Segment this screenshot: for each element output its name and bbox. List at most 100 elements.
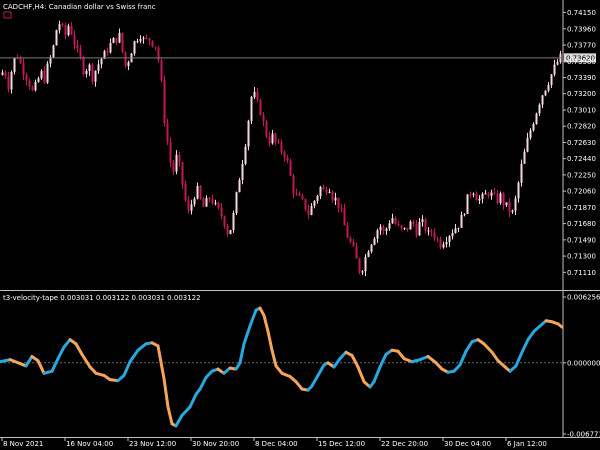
time-tick-label: 15 Dec 12:00 bbox=[318, 440, 365, 448]
candle-bear bbox=[106, 51, 109, 53]
velocity-segment-up bbox=[378, 352, 388, 369]
candle-bear bbox=[184, 184, 187, 200]
candle-bear bbox=[307, 209, 310, 215]
velocity-segment-up bbox=[136, 342, 148, 352]
candle-bear bbox=[412, 221, 415, 225]
candle-bull bbox=[391, 218, 394, 224]
candle-bear bbox=[277, 141, 280, 143]
candle-bull bbox=[13, 57, 16, 72]
candle-bull bbox=[118, 32, 121, 43]
osc-tick-label: 0.006256 bbox=[567, 294, 600, 302]
candle-bear bbox=[208, 197, 211, 199]
candle-bull bbox=[232, 213, 235, 231]
candle-bear bbox=[502, 193, 505, 206]
candle-bear bbox=[211, 198, 214, 204]
velocity-segment-up bbox=[56, 345, 66, 361]
candle-bear bbox=[169, 141, 172, 163]
candle-bull bbox=[139, 38, 142, 42]
candle-bull bbox=[385, 228, 388, 231]
candle-bull bbox=[175, 154, 178, 172]
candle-bull bbox=[520, 163, 523, 183]
candle-bull bbox=[376, 230, 379, 239]
candle-bull bbox=[196, 185, 199, 199]
candle-bull bbox=[457, 227, 460, 229]
candle-bull bbox=[442, 244, 445, 248]
candle-bull bbox=[52, 45, 55, 58]
candle-bear bbox=[352, 241, 355, 247]
candle-bull bbox=[511, 210, 514, 213]
price-tick-label: 0.73580 bbox=[567, 58, 596, 66]
candle-bear bbox=[340, 208, 343, 210]
candle-bear bbox=[70, 25, 73, 35]
osc-tick-label: -0.006771 bbox=[567, 431, 600, 439]
candle-bull bbox=[241, 163, 244, 180]
candle-bull bbox=[313, 200, 316, 206]
velocity-segment-down bbox=[426, 354, 438, 365]
candle-bear bbox=[202, 198, 205, 207]
candle-bear bbox=[415, 224, 418, 236]
candle-bull bbox=[463, 214, 466, 216]
candle-bear bbox=[154, 46, 157, 48]
candle-bull bbox=[421, 219, 424, 222]
candle-bear bbox=[280, 142, 283, 153]
candle-bear bbox=[349, 237, 352, 242]
candle-bull bbox=[109, 42, 112, 53]
candle-bear bbox=[298, 193, 301, 196]
candle-bear bbox=[73, 34, 76, 45]
candle-bear bbox=[475, 193, 478, 201]
candle-bear bbox=[262, 115, 265, 122]
candle-bull bbox=[526, 137, 529, 152]
candle-bull bbox=[97, 64, 100, 71]
candle-bull bbox=[364, 256, 367, 272]
candle-bear bbox=[331, 191, 334, 201]
candle-bear bbox=[283, 152, 286, 158]
velocity-segment-up bbox=[128, 348, 140, 364]
candle-bull bbox=[541, 95, 544, 105]
velocity-segment-up bbox=[174, 413, 184, 428]
candle-bull bbox=[514, 198, 517, 211]
candle-bull bbox=[409, 221, 412, 230]
candle-bull bbox=[136, 41, 139, 43]
candle-bull bbox=[88, 64, 91, 72]
velocity-segment-down bbox=[266, 329, 274, 352]
candle-bear bbox=[4, 72, 7, 77]
velocity-segment-up bbox=[316, 363, 326, 377]
candle-bull bbox=[310, 205, 313, 215]
candle-bear bbox=[166, 123, 169, 142]
candle-bear bbox=[181, 162, 184, 185]
candle-bull bbox=[448, 236, 451, 242]
velocity-segment-up bbox=[198, 376, 208, 391]
candle-bear bbox=[25, 74, 28, 81]
candle-bull bbox=[484, 193, 487, 195]
candle-bull bbox=[523, 151, 526, 164]
candle-bull bbox=[112, 37, 115, 43]
indicator-title: t3-velocity-tape 0.003031 0.003122 0.003… bbox=[3, 294, 201, 302]
candle-bear bbox=[178, 154, 181, 163]
candle-bull bbox=[499, 193, 502, 203]
velocity-segment-up bbox=[514, 350, 524, 368]
candle-bear bbox=[79, 48, 82, 58]
time-tick-label: 6 Jan 12:00 bbox=[507, 440, 547, 448]
candle-bear bbox=[199, 185, 202, 199]
time-tick-label: 23 Nov 12:00 bbox=[129, 440, 176, 448]
candle-bull bbox=[193, 198, 196, 205]
velocity-segment-down bbox=[166, 405, 174, 426]
candle-bull bbox=[529, 130, 532, 138]
price-tick-label: 0.73200 bbox=[567, 90, 596, 98]
velocity-segment-down bbox=[156, 344, 166, 381]
price-tick-label: 0.73960 bbox=[567, 25, 596, 33]
candle-bull bbox=[205, 197, 208, 207]
candle-bear bbox=[226, 226, 229, 235]
candle-bull bbox=[55, 30, 58, 46]
candle-bear bbox=[115, 37, 118, 43]
time-tick-label: 22 Dec 20:00 bbox=[381, 440, 428, 448]
candle-bear bbox=[355, 246, 358, 259]
candle-bear bbox=[217, 202, 220, 208]
candle-bear bbox=[424, 219, 427, 232]
candle-bear bbox=[337, 197, 340, 209]
candle-bear bbox=[7, 76, 10, 90]
velocity-segment-up bbox=[464, 340, 474, 353]
price-pane: 0.73620 0.741500.739600.737700.735800.73… bbox=[0, 0, 600, 291]
velocity-segment-up bbox=[50, 357, 60, 373]
candle-bull bbox=[1, 72, 4, 75]
